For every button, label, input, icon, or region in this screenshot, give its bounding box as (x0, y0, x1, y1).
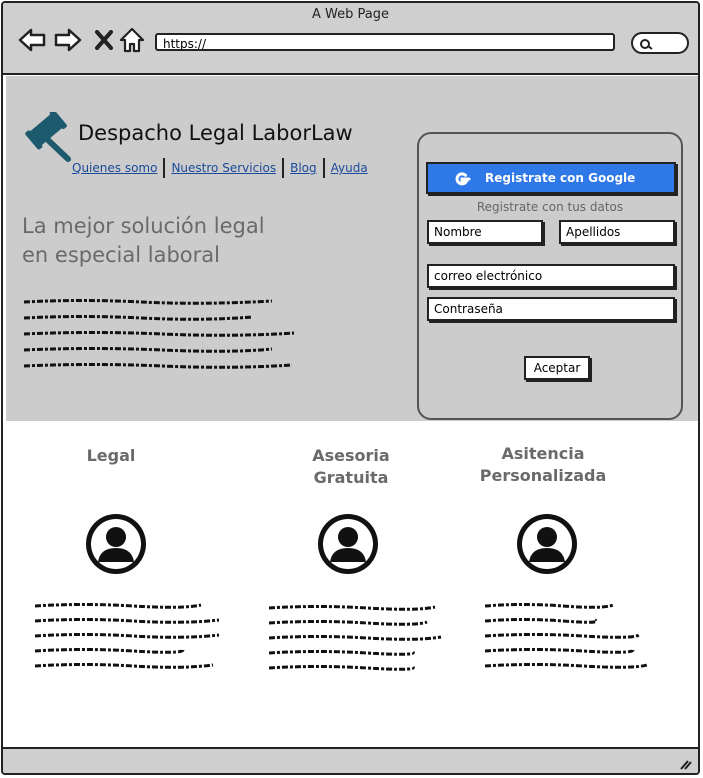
browser-titlebar: A Web Page https:// (3, 3, 698, 75)
nav-link-quienes-somos[interactable]: Quienes somo (66, 161, 163, 175)
hero-headline-line: en especial laboral (22, 243, 220, 267)
accept-button[interactable]: Aceptar (524, 356, 590, 380)
user-avatar-icon (86, 514, 146, 574)
signup-subtitle: Registrate con tus datos (476, 200, 624, 214)
nav-link-servicios[interactable]: Nuestro Servicios (165, 161, 282, 175)
placeholder-text-block (34, 603, 220, 669)
back-arrow-icon[interactable] (17, 25, 47, 55)
user-avatar-icon (318, 514, 378, 574)
password-field[interactable]: Contraseña (427, 297, 675, 321)
google-signup-label: Registrate con Google (485, 171, 636, 185)
search-icon (640, 39, 653, 50)
brand-name: Despacho Legal LaborLaw (78, 121, 353, 145)
email-field[interactable]: correo electrónico (427, 264, 675, 288)
browser-window: A Web Page https:// Despacho Legal Labor… (1, 1, 700, 775)
window-title: A Web Page (312, 7, 389, 22)
google-logo-icon (455, 172, 471, 186)
feature-title-line: Gratuita (313, 468, 389, 487)
search-box[interactable] (631, 32, 689, 54)
signup-form: Registrate con Google Registrate con tus… (417, 132, 683, 420)
feature-title-line: Asesoria (312, 446, 390, 465)
placeholder-text-block (23, 299, 295, 369)
user-avatar-icon (517, 514, 577, 574)
feature-title-line: Asitencia (501, 444, 585, 463)
home-icon[interactable] (117, 25, 147, 55)
hero-headline: La mejor solución legal en especial labo… (22, 212, 265, 270)
main-nav: Quienes somo Nuestro Servicios Blog Ayud… (66, 158, 374, 178)
feature-title-asistencia: Asitencia Personalizada (473, 443, 613, 487)
feature-title-legal: Legal (51, 445, 171, 467)
feature-title-line: Personalizada (479, 466, 607, 485)
placeholder-text-block (484, 603, 648, 669)
browser-statusbar (3, 747, 698, 773)
feature-title-line: Legal (86, 446, 136, 465)
last-name-field[interactable]: Apellidos (559, 220, 675, 244)
nav-link-ayuda[interactable]: Ayuda (325, 161, 374, 175)
nav-link-blog[interactable]: Blog (284, 161, 323, 175)
gavel-icon (25, 112, 71, 162)
hero-headline-line: La mejor solución legal (22, 214, 265, 238)
first-name-field[interactable]: Nombre (427, 220, 543, 244)
hero-section: Despacho Legal LaborLaw Quienes somo Nue… (6, 76, 698, 421)
feature-title-asesoria: Asesoria Gratuita (291, 445, 411, 489)
forward-arrow-icon[interactable] (53, 25, 83, 55)
placeholder-text-block (268, 605, 442, 671)
url-bar[interactable]: https:// (155, 33, 615, 51)
close-x-icon[interactable] (89, 25, 119, 55)
google-signup-button[interactable]: Registrate con Google (426, 162, 676, 194)
resize-grip-icon[interactable] (678, 758, 692, 770)
